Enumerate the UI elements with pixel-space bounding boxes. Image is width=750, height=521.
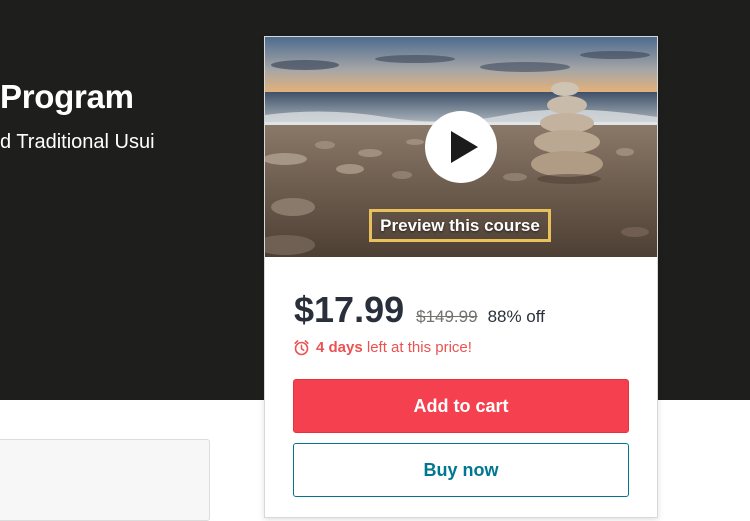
purchase-card: Preview this course $17.99 $149.99 88% o…: [264, 36, 658, 518]
discount-percent: 88% off: [487, 307, 545, 326]
alarm-clock-icon: [294, 340, 309, 356]
content-panel: [0, 439, 210, 521]
preview-course-label[interactable]: Preview this course: [369, 209, 551, 242]
play-icon: [451, 131, 478, 163]
add-to-cart-button[interactable]: Add to cart: [293, 379, 629, 433]
price-row: $17.99 $149.99 88% off: [294, 289, 545, 330]
current-price: $17.99: [294, 289, 405, 330]
original-price: $149.99: [416, 307, 478, 326]
course-preview[interactable]: Preview this course: [265, 37, 657, 257]
course-title: Program: [0, 78, 134, 115]
buy-now-button[interactable]: Buy now: [293, 443, 629, 497]
deadline-text: left at this price!: [362, 339, 472, 356]
deadline-days: 4 days: [316, 339, 363, 356]
price-deadline: 4 days left at this price!: [293, 339, 472, 356]
play-button[interactable]: [425, 111, 497, 183]
course-subtitle: d Traditional Usui: [0, 131, 155, 153]
